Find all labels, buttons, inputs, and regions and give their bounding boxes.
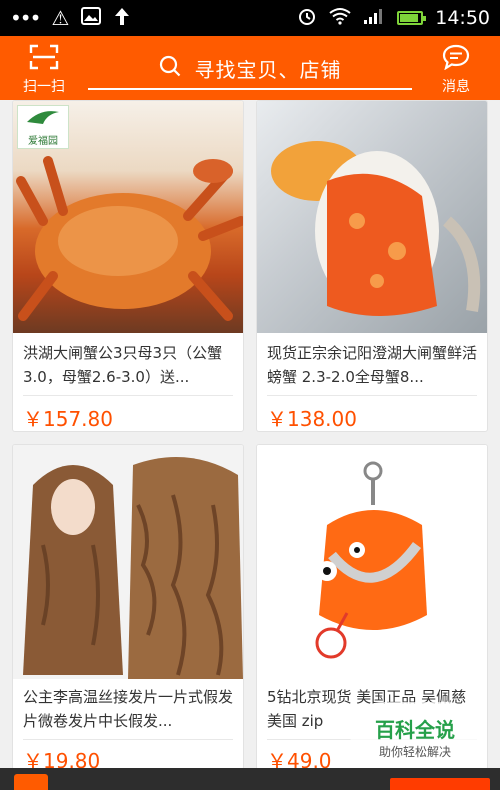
watermark-title: 百科全说 bbox=[375, 718, 455, 742]
signal-icon bbox=[363, 7, 385, 29]
watermark-subtitle: 助你轻松解决 bbox=[378, 745, 451, 759]
scan-label: 扫一扫 bbox=[23, 79, 65, 95]
product-image-crab[interactable]: 爱福园 bbox=[13, 101, 243, 333]
product-price: ￥157.80 bbox=[23, 407, 113, 431]
search-icon bbox=[159, 55, 181, 81]
product-price: ￥138.00 bbox=[267, 407, 357, 431]
brand-logo: 爱福园 bbox=[17, 105, 69, 149]
alarm-icon bbox=[297, 6, 317, 30]
warning-icon: ⚠ bbox=[51, 6, 70, 30]
brand-logo-text: 爱福园 bbox=[28, 136, 58, 147]
product-price: ￥19.80 bbox=[23, 749, 101, 770]
app-header: 扫一扫 寻找宝贝、店铺 消息 bbox=[0, 36, 500, 100]
product-card[interactable]: 爱福园 洪湖大闸蟹公3只母3只（公蟹3.0，母蟹2.6-3.0）送... ￥15… bbox=[12, 100, 244, 432]
search-input[interactable]: 寻找宝贝、店铺 bbox=[88, 48, 412, 90]
messages-button[interactable]: 消息 bbox=[432, 44, 480, 96]
scan-button[interactable]: 扫一扫 bbox=[18, 44, 70, 96]
search-placeholder: 寻找宝贝、店铺 bbox=[194, 57, 342, 82]
divider bbox=[267, 395, 477, 396]
bottom-promo-banner[interactable] bbox=[0, 768, 500, 790]
product-card[interactable]: 公主李高温丝接发片一片式假发片微卷发片中长假发... ￥19.80 bbox=[12, 444, 244, 770]
product-price: ￥49.0 bbox=[267, 749, 332, 770]
product-image-hair[interactable] bbox=[13, 445, 243, 679]
wifi-icon bbox=[329, 7, 351, 29]
product-image-zipper-pouch[interactable] bbox=[257, 445, 487, 679]
banner-action-button[interactable] bbox=[390, 778, 490, 790]
product-title[interactable]: 现货正宗余记阳澄湖大闸蟹鲜活螃蟹 2.3-2.0全母蟹8... bbox=[267, 341, 477, 389]
product-card[interactable]: 现货正宗余记阳澄湖大闸蟹鲜活螃蟹 2.3-2.0全母蟹8... ￥138.00 bbox=[256, 100, 488, 432]
image-icon bbox=[81, 7, 102, 29]
chat-bubble-icon bbox=[442, 44, 470, 74]
battery-icon bbox=[397, 11, 427, 25]
product-title[interactable]: 公主李高温丝接发片一片式假发片微卷发片中长假发... bbox=[23, 685, 233, 733]
messages-label: 消息 bbox=[442, 79, 470, 95]
clock: 14:50 bbox=[435, 7, 490, 29]
divider bbox=[23, 395, 233, 396]
app-icon bbox=[14, 774, 48, 790]
more-dots-icon: ••• bbox=[10, 6, 41, 30]
status-bar: ••• ⚠ 14:50 bbox=[0, 0, 500, 36]
upload-arrow-icon bbox=[113, 6, 131, 30]
divider bbox=[23, 739, 233, 740]
product-title[interactable]: 洪湖大闸蟹公3只母3只（公蟹3.0，母蟹2.6-3.0）送... bbox=[23, 341, 233, 389]
watermark-badge: 百科全说 助你轻松解决 bbox=[350, 702, 480, 766]
product-image-crab-roe[interactable] bbox=[257, 101, 487, 333]
scan-icon bbox=[29, 44, 59, 74]
